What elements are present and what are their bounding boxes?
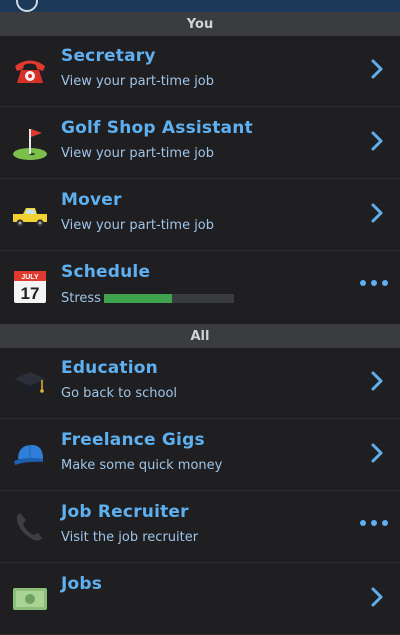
top-navigation-bar — [0, 0, 400, 12]
list-item-golf-shop-assistant[interactable]: Golf Shop Assistant View your part-time … — [0, 108, 400, 179]
phone-receiver-icon — [12, 509, 48, 545]
item-title: Job Recruiter — [61, 502, 189, 522]
calendar-day: 17 — [21, 284, 40, 303]
profile-icon[interactable] — [16, 0, 38, 12]
list-item-job-recruiter[interactable]: Job Recruiter Visit the job recruiter — [0, 492, 400, 563]
chevron-right-icon[interactable] — [370, 58, 384, 80]
money-icon — [12, 584, 48, 620]
graduation-cap-icon — [12, 365, 48, 401]
item-title: Secretary — [61, 46, 156, 66]
item-title: Jobs — [61, 574, 103, 594]
section-header-you: You — [0, 12, 400, 36]
baseball-cap-icon — [12, 437, 48, 473]
list-item-secretary[interactable]: Secretary View your part-time job — [0, 36, 400, 107]
item-subtitle: Visit the job recruiter — [61, 530, 199, 545]
pickup-truck-icon — [12, 197, 48, 233]
stress-bar — [104, 294, 234, 303]
calendar-icon: JULY 17 — [12, 269, 48, 305]
stress-label: Stress — [61, 291, 101, 306]
item-title: Education — [61, 358, 158, 378]
item-title: Mover — [61, 190, 122, 210]
item-subtitle: View your part-time job — [61, 146, 215, 161]
more-options-icon[interactable] — [360, 280, 388, 288]
item-title: Schedule — [61, 262, 151, 282]
item-title: Freelance Gigs — [61, 430, 205, 450]
calendar-month: JULY — [21, 274, 39, 281]
item-subtitle: View your part-time job — [61, 74, 215, 89]
item-subtitle: View your part-time job — [61, 218, 215, 233]
chevron-right-icon[interactable] — [370, 442, 384, 464]
chevron-right-icon[interactable] — [370, 202, 384, 224]
red-telephone-icon — [12, 53, 48, 89]
item-subtitle: Make some quick money — [61, 458, 223, 473]
section-title: All — [190, 328, 210, 344]
list-item-mover[interactable]: Mover View your part-time job — [0, 180, 400, 251]
more-options-icon[interactable] — [360, 520, 388, 528]
stress-bar-fill — [104, 294, 172, 303]
chevron-right-icon[interactable] — [370, 370, 384, 392]
chevron-right-icon[interactable] — [370, 130, 384, 152]
golf-flag-icon — [12, 125, 48, 161]
section-header-all: All — [0, 324, 400, 348]
list-item-schedule[interactable]: JULY 17 Schedule Stress — [0, 252, 400, 322]
item-title: Golf Shop Assistant — [61, 118, 253, 138]
list-item-education[interactable]: Education Go back to school — [0, 348, 400, 419]
section-title: You — [186, 16, 214, 32]
item-subtitle: Go back to school — [61, 386, 178, 401]
list-item-freelance-gigs[interactable]: Freelance Gigs Make some quick money — [0, 420, 400, 491]
chevron-right-icon[interactable] — [370, 586, 384, 608]
